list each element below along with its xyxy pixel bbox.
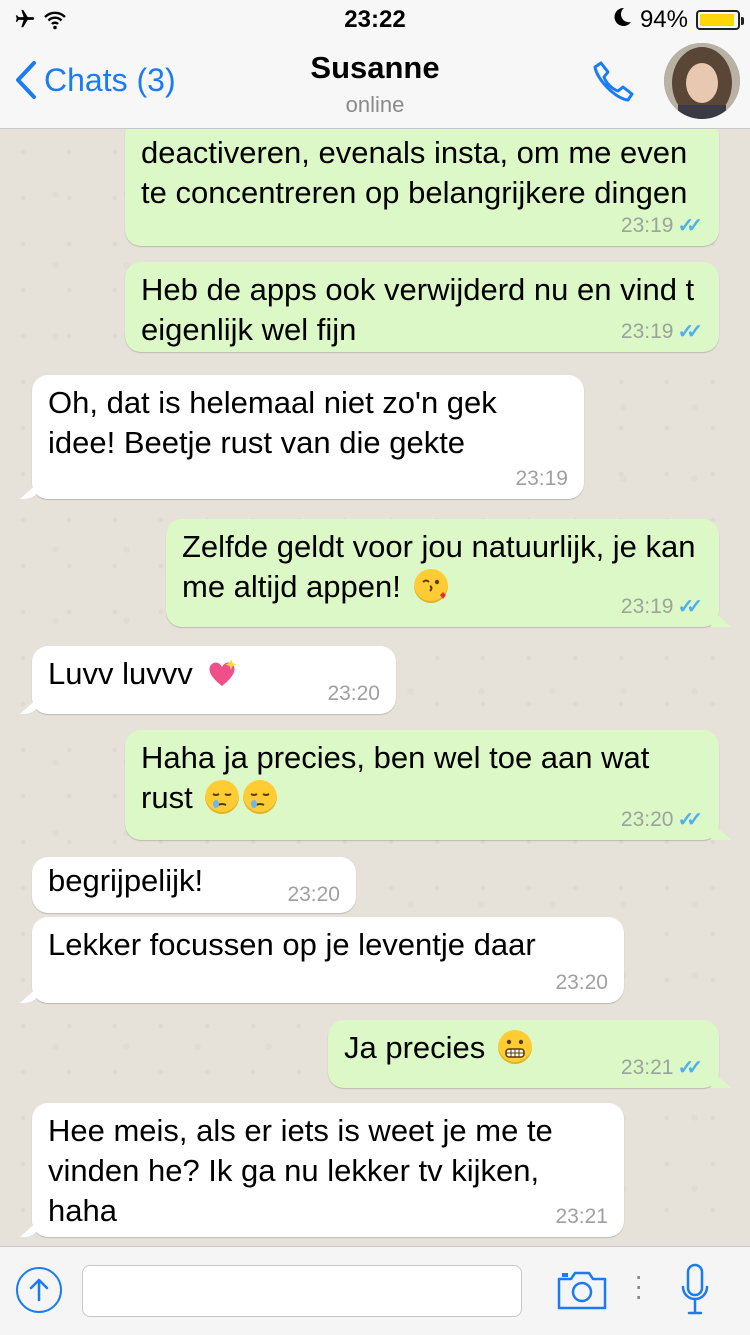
message-text: Lekker focussen op je leventje daar: [48, 927, 536, 962]
compose-bar: · · ·: [0, 1246, 750, 1335]
contact-avatar[interactable]: [664, 43, 740, 119]
grimacing-face-icon: [497, 1030, 532, 1064]
message-meta: 23:19 ✓✓: [621, 595, 703, 619]
message-text: Heb de apps ook verwijderd nu en vind t …: [141, 272, 695, 347]
message-meta: 23:20: [327, 682, 380, 706]
message-meta: 23:20 ✓✓: [621, 808, 703, 832]
status-bar: 23:22 94%: [0, 0, 750, 40]
message-meta: 23:19 ✓✓: [621, 320, 703, 344]
message-bubble[interactable]: begrijpelijk! 23:20: [32, 857, 356, 913]
message-text: Haha ja precies, ben wel toe aan wat rus…: [141, 740, 650, 815]
camera-button[interactable]: [556, 1269, 608, 1316]
status-right: 94%: [614, 6, 744, 34]
message-meta: 23:20: [287, 883, 340, 907]
read-receipt-icon: ✓✓: [677, 215, 702, 237]
sleepy-face-icon: [243, 780, 278, 814]
message-time: 23:20: [327, 682, 380, 705]
message-bubble[interactable]: deactiveren, evenals insta, om me even t…: [125, 129, 719, 246]
message-time: 23:21: [620, 1056, 674, 1079]
message-list[interactable]: deactiveren, evenals insta, om me even t…: [0, 129, 750, 1246]
message-time: 23:19: [620, 320, 674, 343]
read-receipt-icon: ✓✓: [677, 321, 702, 343]
battery-percent: 94%: [639, 6, 688, 33]
message-meta: 23:19: [515, 467, 568, 491]
attach-button[interactable]: [16, 1267, 62, 1313]
battery-icon: [696, 10, 744, 30]
message-bubble[interactable]: Oh, dat is helemaal niet zo'n gek idee! …: [32, 375, 584, 499]
message-meta: 23:21 ✓✓: [621, 1056, 703, 1080]
read-receipt-icon: ✓✓: [677, 809, 702, 831]
message-text: Oh, dat is helemaal niet zo'n gek idee! …: [48, 385, 497, 460]
message-time: 23:19: [515, 467, 568, 490]
message-time: 23:19: [620, 214, 674, 237]
kissing-face-icon: [413, 569, 448, 603]
message-meta: 23:21: [555, 1205, 608, 1229]
message-bubble[interactable]: Lekker focussen op je leventje daar 23:2…: [32, 917, 624, 1003]
message-time: 23:20: [287, 883, 340, 906]
message-text: deactiveren, evenals insta, om me even t…: [141, 135, 688, 210]
moon-icon: [614, 6, 632, 34]
sleepy-face-icon: [205, 780, 240, 814]
sparkling-heart-icon: [205, 656, 239, 690]
read-receipt-icon: ✓✓: [677, 1057, 702, 1079]
message-time: 23:20: [555, 971, 608, 994]
message-time: 23:20: [620, 808, 674, 831]
message-input[interactable]: [82, 1265, 522, 1317]
message-text: Hee meis, als er iets is weet je me te v…: [48, 1113, 553, 1228]
battery-fill: [700, 14, 734, 26]
microphone-icon: [681, 1263, 709, 1315]
phone-icon[interactable]: [590, 58, 638, 111]
message-time: 23:19: [620, 595, 674, 618]
message-bubble[interactable]: Heb de apps ook verwijderd nu en vind t …: [125, 262, 719, 352]
camera-icon: [557, 1271, 607, 1310]
message-time: 23:21: [555, 1205, 608, 1228]
message-bubble[interactable]: Luvv luvvv 23:20: [32, 646, 396, 714]
message-meta: 23:19 ✓✓: [621, 214, 703, 238]
more-dots-icon: · · ·: [634, 1260, 644, 1311]
message-bubble[interactable]: Haha ja precies, ben wel toe aan wat rus…: [125, 730, 719, 840]
microphone-button[interactable]: [680, 1263, 710, 1322]
message-meta: 23:20: [555, 971, 608, 995]
arrow-up-icon: [29, 1278, 49, 1302]
chat-header: Chats (3) Susanne online: [0, 40, 750, 129]
message-bubble[interactable]: Hee meis, als er iets is weet je me te v…: [32, 1103, 624, 1237]
message-bubble[interactable]: Ja precies 23:21 ✓✓: [328, 1020, 719, 1088]
read-receipt-icon: ✓✓: [677, 596, 702, 618]
message-bubble[interactable]: Zelfde geldt voor jou natuurlijk, je kan…: [166, 519, 719, 627]
